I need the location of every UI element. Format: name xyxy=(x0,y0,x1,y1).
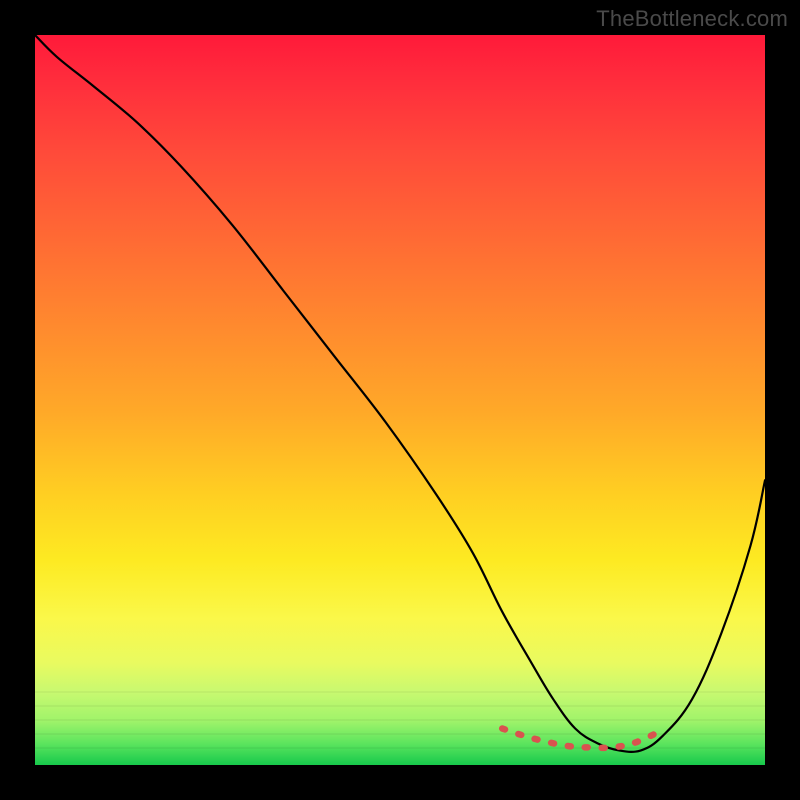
plot-area xyxy=(35,35,765,765)
watermark-label: TheBottleneck.com xyxy=(596,6,788,32)
curve-svg xyxy=(35,35,765,765)
chart-frame: TheBottleneck.com xyxy=(0,0,800,800)
bottleneck-curve xyxy=(35,35,765,752)
